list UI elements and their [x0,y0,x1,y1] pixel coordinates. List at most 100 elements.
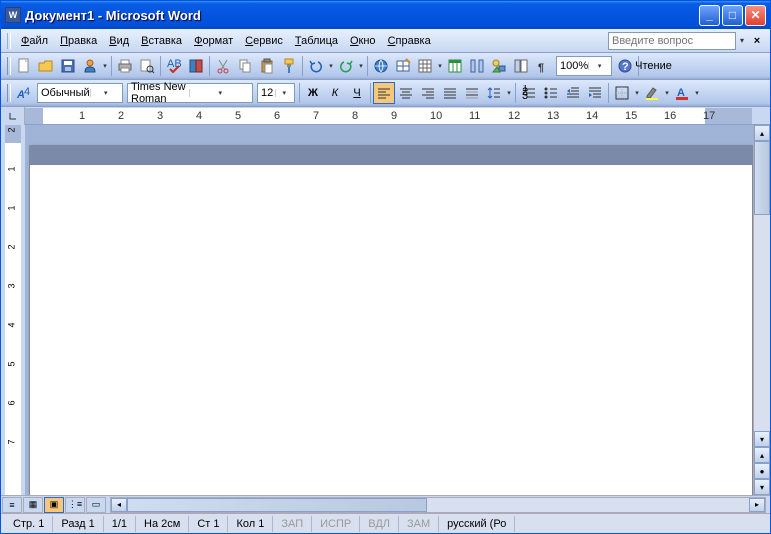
browse-object-button[interactable]: ● [754,463,770,479]
status-pages[interactable]: 1/1 [104,516,136,532]
doc-map-button[interactable] [510,55,532,77]
style-combo[interactable]: Обычный▾ [37,83,123,103]
open-button[interactable] [35,55,57,77]
scroll-thumb[interactable] [754,141,770,215]
outline-view-button[interactable]: ⋮≡ [65,497,85,513]
toolbar-grip[interactable] [7,57,11,75]
save-button[interactable] [57,55,79,77]
ask-dropdown-icon[interactable]: ▾ [736,32,748,50]
menu-сервис[interactable]: Сервис [239,33,289,49]
dropdown-icon[interactable]: ▾ [633,89,641,97]
italic-button[interactable]: К [324,82,346,104]
status-ovr[interactable]: ЗАМ [399,516,439,532]
normal-view-button[interactable]: ≡ [2,497,22,513]
document-page[interactable] [29,145,753,495]
styles-pane-button[interactable]: A4 [13,82,35,104]
permissions-button[interactable] [79,55,101,77]
menu-формат[interactable]: Формат [188,33,239,49]
mdi-close-button[interactable]: × [750,35,764,47]
scroll-up-button[interactable]: ▴ [754,125,770,141]
menu-файл[interactable]: Файл [15,33,54,49]
status-at[interactable]: На 2см [136,516,189,532]
insert-table-button[interactable] [414,55,436,77]
next-page-button[interactable]: ▾ [754,479,770,495]
dropdown-icon[interactable]: ▾ [436,62,444,70]
dropdown-icon[interactable]: ▾ [101,62,109,70]
dropdown-icon[interactable]: ▾ [663,89,671,97]
status-page[interactable]: Стр. 1 [5,516,53,532]
undo-button[interactable] [305,55,327,77]
document-viewport[interactable] [25,125,753,495]
status-rec[interactable]: ЗАП [273,516,312,532]
toolbar-grip[interactable] [7,84,11,102]
dropdown-icon[interactable]: ▾ [505,89,513,97]
align-left-button[interactable] [373,82,395,104]
scroll-down-button[interactable]: ▾ [754,431,770,447]
align-right-button[interactable] [417,82,439,104]
menu-таблица[interactable]: Таблица [289,33,344,49]
line-spacing-button[interactable] [483,82,505,104]
hyperlink-button[interactable] [370,55,392,77]
print-button[interactable] [114,55,136,77]
decrease-indent-button[interactable] [562,82,584,104]
highlight-button[interactable] [641,82,663,104]
menu-вставка[interactable]: Вставка [135,33,188,49]
vertical-scrollbar[interactable]: ▴ ▾ ▴ ● ▾ [753,125,770,495]
toolbar-grip[interactable] [7,33,11,49]
scroll-right-button[interactable]: ▸ [749,498,765,512]
scroll-left-button[interactable]: ◂ [111,498,127,512]
menu-правка[interactable]: Правка [54,33,103,49]
borders-button[interactable] [611,82,633,104]
web-view-button[interactable]: ▦ [23,497,43,513]
new-button[interactable] [13,55,35,77]
research-button[interactable] [185,55,207,77]
scroll-thumb[interactable] [127,498,427,512]
spellcheck-button[interactable]: ABC [163,55,185,77]
tables-borders-button[interactable] [392,55,414,77]
drawing-button[interactable] [488,55,510,77]
font-combo[interactable]: Times New Roman▾ [127,83,253,103]
menu-справка[interactable]: Справка [382,33,437,49]
print-preview-button[interactable] [136,55,158,77]
titlebar[interactable]: W Документ1 - Microsoft Word _ □ ✕ [1,1,770,29]
help-button[interactable]: ? [614,55,636,77]
maximize-button[interactable]: □ [722,5,743,26]
status-ext[interactable]: ВДЛ [360,516,399,532]
bold-button[interactable]: Ж [302,82,324,104]
underline-button[interactable]: Ч [346,82,368,104]
copy-button[interactable] [234,55,256,77]
dropdown-icon[interactable]: ▾ [693,89,701,97]
status-trk[interactable]: ИСПР [312,516,360,532]
font-color-button[interactable]: A [671,82,693,104]
prev-page-button[interactable]: ▴ [754,447,770,463]
reading-view-button[interactable]: ▭ [86,497,106,513]
vertical-ruler[interactable]: 211234567 [1,125,25,495]
increase-indent-button[interactable] [584,82,606,104]
fontsize-combo[interactable]: 12▾ [257,83,295,103]
paste-button[interactable] [256,55,278,77]
dropdown-icon[interactable]: ▾ [327,62,335,70]
horizontal-ruler[interactable]: 1234567891011121314151617 [1,107,770,125]
columns-button[interactable] [466,55,488,77]
status-line[interactable]: Ст 1 [189,516,228,532]
reading-layout-button[interactable]: Чтение [641,55,663,77]
status-column[interactable]: Кол 1 [228,516,273,532]
status-language[interactable]: русский (Ро [439,516,515,532]
distribute-button[interactable] [461,82,483,104]
close-button[interactable]: ✕ [745,5,766,26]
redo-button[interactable] [335,55,357,77]
tab-selector[interactable] [1,107,25,125]
format-painter-button[interactable] [278,55,300,77]
dropdown-icon[interactable]: ▾ [357,62,365,70]
justify-button[interactable] [439,82,461,104]
menu-вид[interactable]: Вид [103,33,135,49]
print-view-button[interactable]: ▣ [44,497,64,513]
horizontal-scrollbar[interactable]: ◂ ▸ [110,497,766,513]
bullets-button[interactable] [540,82,562,104]
cut-button[interactable] [212,55,234,77]
zoom-combo[interactable]: 100%▾ [556,56,612,76]
menu-окно[interactable]: Окно [344,33,382,49]
insert-excel-button[interactable] [444,55,466,77]
minimize-button[interactable]: _ [699,5,720,26]
align-center-button[interactable] [395,82,417,104]
